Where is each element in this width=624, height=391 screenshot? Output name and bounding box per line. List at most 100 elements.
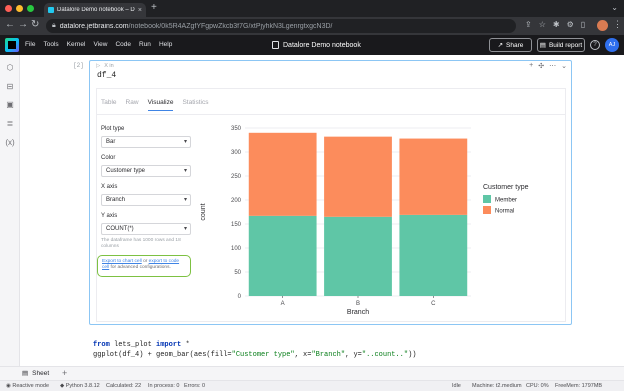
minimize-window-button[interactable]: [16, 5, 23, 12]
menu-code[interactable]: Code: [115, 41, 131, 48]
notebook-area: [2] ▷ X in + ✣ ⋯ ⌄ df_4 Table Raw Visual…: [21, 55, 624, 366]
bookmark-star-icon[interactable]: ☆: [539, 20, 546, 29]
add-cell-icon[interactable]: +: [529, 62, 533, 70]
document-title[interactable]: Datalore Demo notebook: [272, 41, 361, 49]
chevron-down-icon: ▾: [183, 168, 187, 174]
share-button[interactable]: ↗ Share: [489, 38, 532, 52]
bar-member-b: [324, 216, 392, 296]
report-icon: ▤: [539, 42, 546, 49]
output-tabs: Table Raw Visualize Statistics: [101, 99, 208, 111]
menu-view[interactable]: View: [93, 41, 107, 48]
toggle-icon: ◉: [6, 383, 11, 389]
close-tab-icon[interactable]: ×: [138, 7, 142, 14]
tab-search-icon[interactable]: ⌄: [611, 3, 618, 12]
browser-tab-title: Datalore Demo notebook – Dat: [57, 7, 135, 13]
reload-icon[interactable]: ↻: [31, 19, 39, 30]
x-axis-title: Branch: [347, 309, 369, 316]
menu-help[interactable]: Help: [159, 41, 172, 48]
library-icon[interactable]: ⊟: [5, 82, 15, 92]
tab-statistics[interactable]: Statistics: [182, 99, 208, 111]
x-axis-select[interactable]: Branch ▾: [101, 194, 191, 206]
plot-type-select[interactable]: Bar ▾: [101, 136, 191, 148]
cell-status-text: X in: [104, 63, 114, 69]
menu-tools[interactable]: Tools: [43, 41, 58, 48]
bar-normal-b: [324, 136, 392, 217]
cell-code[interactable]: df_4: [97, 71, 116, 80]
cell-actions: + ✣ ⋯ ⌄: [529, 62, 567, 70]
color-value: Customer type: [106, 168, 146, 174]
reactive-mode-toggle[interactable]: ◉ Reactive mode: [6, 383, 49, 389]
menu-run[interactable]: Run: [139, 41, 151, 48]
tab-raw[interactable]: Raw: [126, 99, 139, 111]
screen: Datalore Demo notebook – Dat × + ⌄ ← → ↻…: [0, 0, 624, 391]
main-menu: File Tools Kernel View Code Run Help: [25, 41, 172, 48]
tab-table[interactable]: Table: [101, 99, 117, 111]
sheet-bar: ▤ Sheet +: [0, 366, 624, 380]
bar-normal-c: [399, 138, 468, 215]
add-sheet-button[interactable]: +: [62, 368, 67, 378]
bar-normal-a: [248, 132, 317, 216]
color-select[interactable]: Customer type ▾: [101, 165, 191, 177]
machine-info[interactable]: Machine: t2.medium: [472, 383, 522, 389]
new-tab-icon[interactable]: +: [151, 2, 157, 13]
close-window-button[interactable]: [5, 5, 12, 12]
y-axis-title: count: [200, 203, 207, 220]
menu-kernel[interactable]: Kernel: [67, 41, 86, 48]
variables-icon[interactable]: (x): [5, 138, 15, 148]
browser-menu-icon[interactable]: ⋮: [613, 19, 622, 30]
status-bar: ◉ Reactive mode ◆ Python 3.8.12 Calculat…: [0, 380, 624, 391]
chevron-down-icon: ▾: [183, 197, 187, 203]
x-tick-label: B: [356, 301, 360, 307]
extensions-puzzle-icon[interactable]: ⚙: [567, 20, 574, 29]
run-cell-icon[interactable]: ▷: [96, 63, 100, 69]
kernel-python[interactable]: ◆ Python 3.8.12: [60, 383, 100, 389]
datalore-logo-icon[interactable]: [5, 38, 19, 52]
chevron-down-icon: ▾: [183, 139, 187, 145]
cpu-usage: CPU: 0%: [526, 383, 549, 389]
collapse-icon[interactable]: ⌄: [561, 62, 567, 70]
x-tick-label: A: [281, 301, 285, 307]
user-avatar[interactable]: AJ: [605, 38, 619, 52]
back-icon[interactable]: ←: [5, 19, 15, 30]
reading-list-icon[interactable]: ▯: [581, 20, 585, 29]
forward-icon[interactable]: →: [18, 19, 28, 30]
left-sidebar: ⬡ ⊟ ▣ ≣ (x): [0, 55, 20, 366]
free-memory: FreeMem: 1797MB: [555, 383, 603, 389]
color-label: Color: [101, 155, 116, 161]
menu-file[interactable]: File: [25, 41, 35, 48]
export-hint: Export to chart cell or export to code c…: [97, 255, 191, 277]
sheet-tab[interactable]: ▤ Sheet: [22, 369, 50, 378]
outline-icon[interactable]: ≣: [5, 119, 15, 129]
tab-visualize[interactable]: Visualize: [147, 99, 174, 111]
export-chart-cell-link[interactable]: Export to chart cell: [102, 259, 142, 264]
notebook-icon: [272, 41, 279, 49]
window-controls: [5, 5, 34, 12]
app-header: File Tools Kernel View Code Run Help Dat…: [0, 35, 624, 55]
export-or: or: [141, 259, 149, 264]
chart-svg: 0 50 100 150 200 250 300 350 A B C Branch count Custo…: [200, 126, 529, 316]
attached-data-icon[interactable]: ▣: [5, 100, 15, 110]
y-axis-select[interactable]: COUNT(*) ▾: [101, 223, 191, 235]
bar-chart: 0 50 100 150 200 250 300 350 A B C Branch count Custo…: [193, 122, 565, 322]
browser-profile-avatar[interactable]: [597, 20, 608, 31]
browser-toolbar: ← → ↻ 🔒︎ datalore.jetbrains.com/notebook…: [0, 17, 624, 35]
more-actions-icon[interactable]: ⋯: [549, 62, 556, 70]
url-text: datalore.jetbrains.com/notebook/0k5R4AZg…: [59, 22, 333, 30]
extension-icon[interactable]: ✱: [553, 20, 560, 29]
browser-tab[interactable]: Datalore Demo notebook – Dat ×: [44, 3, 146, 17]
help-icon[interactable]: ?: [590, 40, 600, 50]
cell-type-icon[interactable]: ✣: [538, 62, 544, 70]
zoom-window-button[interactable]: [27, 5, 34, 12]
sheet-icon: ▤: [22, 370, 29, 377]
share-page-icon[interactable]: ⇪: [525, 20, 532, 29]
build-report-button[interactable]: ▤ Build report: [537, 38, 585, 52]
sheet-label: Sheet: [32, 369, 50, 377]
extension-icons: ⇪ ☆ ✱ ⚙ ▯: [525, 20, 585, 29]
plot-type-value: Bar: [106, 139, 116, 145]
address-bar[interactable]: 🔒︎ datalore.jetbrains.com/notebook/0k5R4…: [46, 19, 516, 33]
y-tick-label: 150: [231, 222, 242, 228]
code-cell-2[interactable]: from lets_plot import * ggplot(df_4) + g…: [93, 340, 417, 360]
cube-icon[interactable]: ⬡: [5, 63, 15, 73]
code-cell[interactable]: ▷ X in + ✣ ⋯ ⌄ df_4 Table Raw Visualize …: [89, 60, 572, 325]
cell-status: ▷ X in: [96, 63, 114, 69]
